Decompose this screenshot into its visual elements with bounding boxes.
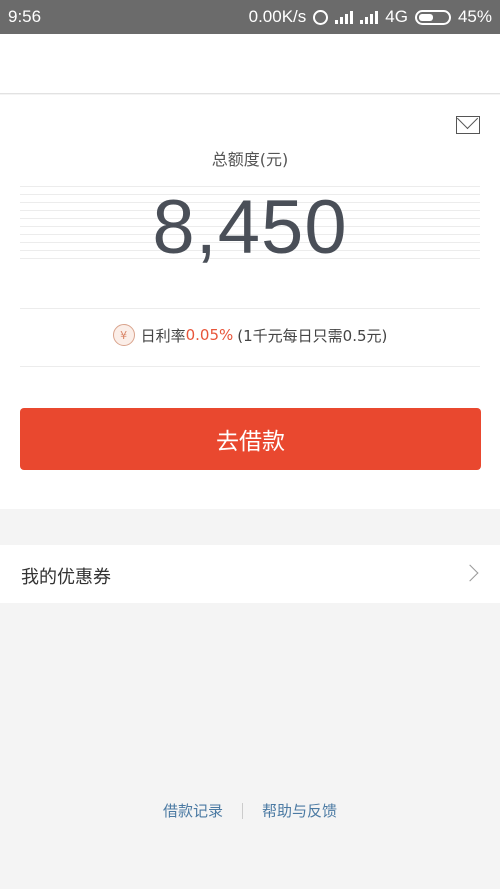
network-type: 4G bbox=[385, 7, 408, 26]
footer-links: 借款记录 帮助与反馈 bbox=[0, 800, 500, 821]
my-coupons-label: 我的优惠券 bbox=[21, 567, 111, 588]
total-limit-label: 总额度(元) bbox=[211, 150, 289, 169]
my-coupons-row[interactable]: 我的优惠券 bbox=[0, 545, 500, 603]
header-bar bbox=[0, 34, 500, 94]
battery-percent: 45% bbox=[457, 7, 492, 26]
borrow-records-link[interactable]: 借款记录 bbox=[163, 800, 223, 821]
signal-icon bbox=[335, 10, 354, 24]
daily-rate-row: ¥ 日利率 0.05% (1千元每日只需0.5元) bbox=[0, 324, 500, 346]
chevron-right-icon bbox=[461, 564, 479, 582]
alarm-icon bbox=[313, 9, 329, 25]
battery-icon bbox=[414, 9, 451, 25]
footer-divider bbox=[242, 802, 243, 819]
signal-icon bbox=[360, 10, 379, 24]
status-time: 9:56 bbox=[8, 7, 42, 26]
yuan-icon: ¥ bbox=[112, 324, 135, 346]
total-limit-amount: 8,450 bbox=[152, 185, 348, 270]
rate-note: (1千元每日只需0.5元) bbox=[237, 326, 388, 345]
divider bbox=[20, 366, 480, 367]
divider bbox=[20, 308, 480, 309]
help-feedback-link[interactable]: 帮助与反馈 bbox=[262, 800, 337, 821]
status-bar: 9:56 0.00K/s 4G 45% bbox=[0, 0, 500, 34]
borrow-button[interactable]: 去借款 bbox=[20, 408, 481, 470]
status-right: 0.00K/s 4G 45% bbox=[249, 7, 492, 27]
rate-value: 0.05% bbox=[185, 326, 234, 344]
net-speed: 0.00K/s bbox=[248, 7, 307, 26]
mail-icon[interactable] bbox=[456, 116, 480, 134]
rate-prefix: 日利率 bbox=[140, 326, 186, 345]
